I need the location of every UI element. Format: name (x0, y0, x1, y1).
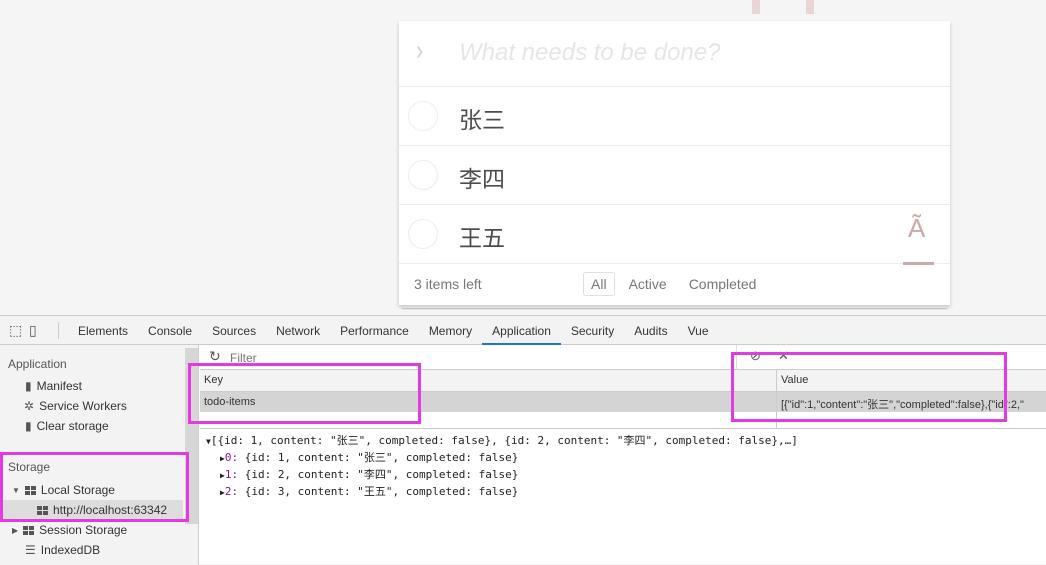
database-icon: ☰ (25, 543, 36, 557)
tab-network[interactable]: Network (266, 316, 330, 345)
filter-all[interactable]: All (583, 272, 615, 296)
items-left-count: 3 items left (414, 276, 482, 292)
tab-security[interactable]: Security (561, 316, 624, 345)
highlight-box (731, 352, 1007, 422)
filter-completed[interactable]: Completed (681, 272, 765, 296)
todo-checkbox[interactable] (408, 101, 438, 131)
preview-entry[interactable]: ▶1: {id: 2, content: "李四", completed: fa… (206, 467, 798, 484)
preview-entry[interactable]: ▶0: {id: 1, content: "张三", completed: fa… (206, 450, 798, 467)
inspect-icon[interactable]: ⬚ (9, 322, 29, 339)
sidebar-item-manifest[interactable]: ▮ Manifest (25, 379, 82, 393)
tab-vue[interactable]: Vue (678, 316, 719, 345)
sidebar-item-session-storage[interactable]: ▶ Session Storage (12, 523, 127, 537)
expand-right-icon: ▶ (12, 525, 19, 535)
tab-performance[interactable]: Performance (330, 316, 419, 345)
sidebar-item-service-workers[interactable]: ✲ Service Workers (24, 399, 127, 413)
highlight-box (0, 452, 189, 522)
todo-checkbox[interactable] (408, 219, 438, 249)
filter-active[interactable]: Active (621, 272, 675, 296)
device-toggle-icon[interactable]: ▯ (29, 321, 59, 339)
gear-icon: ✲ (24, 399, 35, 413)
todo-label: 王五 (459, 225, 505, 251)
todo-label: 张三 (459, 107, 505, 133)
toggle-all-icon[interactable]: ❯ (415, 45, 424, 58)
value-preview: ▼[{id: 1, content: "张三", completed: fals… (206, 433, 798, 501)
tab-console[interactable]: Console (138, 316, 202, 345)
sidebar-item-indexeddb[interactable]: ☰ IndexedDB (25, 543, 100, 557)
sidebar-item-clear-storage[interactable]: ▮ Clear storage (25, 419, 109, 433)
preview-entry[interactable]: ▶2: {id: 3, content: "王五", completed: fa… (206, 484, 798, 501)
file-icon: ▮ (25, 379, 32, 393)
tab-memory[interactable]: Memory (419, 316, 482, 345)
tab-sources[interactable]: Sources (202, 316, 266, 345)
todo-label: 李四 (459, 166, 505, 192)
todo-item: 张三 (399, 87, 950, 146)
todo-checkbox[interactable] (408, 160, 438, 190)
decoration (752, 0, 760, 14)
decoration (806, 0, 814, 14)
todo-app: ❯ 张三 李四 王五 Ã 3 items left All Active Com… (399, 21, 950, 305)
stray-glyph: Ã (908, 213, 926, 243)
tab-application[interactable]: Application (482, 316, 561, 345)
trash-icon: ▮ (25, 419, 32, 433)
section-application: Application (8, 357, 67, 371)
highlight-box (188, 363, 421, 424)
storage-icon (23, 525, 35, 535)
tab-audits[interactable]: Audits (624, 316, 677, 345)
new-todo-input[interactable] (459, 35, 929, 71)
preview-summary[interactable]: ▼[{id: 1, content: "张三", completed: fals… (206, 433, 798, 450)
tab-elements[interactable]: Elements (68, 316, 138, 345)
todo-item: 王五 Ã (399, 205, 950, 265)
todo-item: 李四 (399, 146, 950, 205)
